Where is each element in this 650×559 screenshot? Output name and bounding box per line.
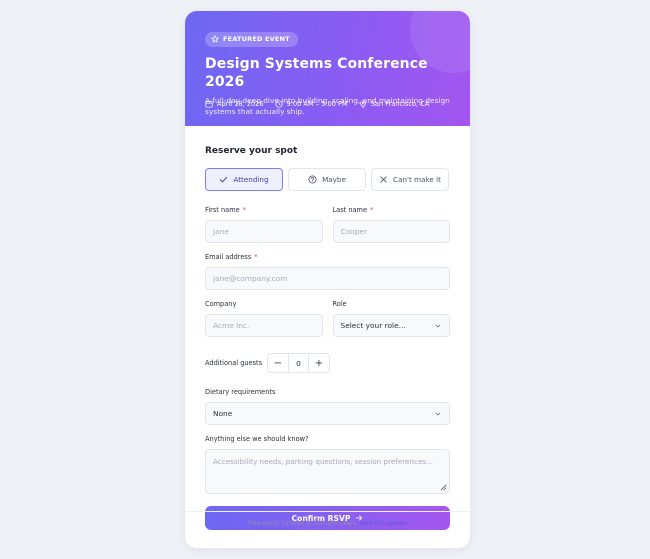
event-location: San Francisco, CA bbox=[359, 100, 430, 108]
rsvp-option-label: Maybe bbox=[322, 175, 346, 184]
rsvp-card: FEATURED EVENT Design Systems Conference… bbox=[185, 11, 470, 548]
email-input[interactable]: jane@company.com bbox=[205, 267, 450, 290]
role-select[interactable]: Select your role... bbox=[332, 314, 450, 337]
rsvp-option-label: Attending bbox=[233, 175, 269, 184]
role-select-value: Select your role... bbox=[340, 321, 406, 330]
x-icon bbox=[380, 176, 387, 183]
guests-field: Additional guests − 0 + bbox=[205, 353, 450, 373]
section-title: Reserve your spot bbox=[205, 146, 298, 156]
rsvp-option-label: Can't make it bbox=[393, 175, 441, 184]
required-mark: * bbox=[370, 206, 374, 214]
dietary-field: Dietary requirements None bbox=[205, 388, 450, 425]
agenda-link[interactable]: View full agenda bbox=[359, 521, 407, 527]
event-date-text: April 18, 2026 bbox=[217, 100, 264, 108]
chevron-down-icon bbox=[435, 412, 441, 415]
event-meta: April 18, 2026 9:00 AM – 5:00 PM San Fra… bbox=[205, 100, 440, 108]
rsvp-options: Attending Maybe Can't make it bbox=[205, 168, 450, 191]
map-pin-icon bbox=[359, 100, 366, 108]
rsvp-option-attending[interactable]: Attending bbox=[205, 168, 283, 191]
email-label: Email address * bbox=[205, 253, 258, 261]
footer-note: Free event. Limited to 200 attendees. Vi… bbox=[185, 511, 470, 527]
dietary-select-value: None bbox=[213, 409, 233, 418]
question-circle-icon bbox=[308, 175, 317, 184]
star-icon bbox=[211, 35, 219, 43]
event-time: 9:00 AM – 5:00 PM bbox=[274, 100, 348, 108]
event-header: FEATURED EVENT Design Systems Conference… bbox=[185, 11, 470, 126]
footer-text: Free event. Limited to 200 attendees. bbox=[247, 521, 358, 527]
company-label: Company bbox=[205, 300, 237, 308]
required-mark: * bbox=[242, 206, 246, 214]
rsvp-form: Reserve your spot Attending Maybe Can't … bbox=[185, 126, 470, 530]
resize-handle-icon[interactable] bbox=[440, 484, 447, 491]
dietary-label: Dietary requirements bbox=[205, 388, 276, 396]
first-name-field: First name * Jane bbox=[205, 206, 323, 243]
guests-label: Additional guests bbox=[205, 358, 263, 367]
last-name-field: Last name * Cooper bbox=[332, 206, 450, 243]
decrement-button[interactable]: − bbox=[268, 354, 288, 372]
check-icon bbox=[220, 176, 228, 183]
guests-value[interactable]: 0 bbox=[288, 354, 309, 372]
chevron-down-icon bbox=[435, 324, 441, 327]
company-role-row: Company Acme Inc. Role Select your role.… bbox=[205, 300, 450, 337]
increment-button[interactable]: + bbox=[309, 354, 329, 372]
notes-field: Anything else we should know? Accessibil… bbox=[205, 435, 450, 494]
badge-label: FEATURED EVENT bbox=[223, 35, 290, 43]
event-time-text: 9:00 AM – 5:00 PM bbox=[286, 100, 348, 108]
company-field: Company Acme Inc. bbox=[205, 300, 323, 337]
event-location-text: San Francisco, CA bbox=[370, 100, 430, 108]
role-field: Role Select your role... bbox=[332, 300, 450, 337]
clock-icon bbox=[274, 100, 283, 108]
featured-badge: FEATURED EVENT bbox=[205, 31, 298, 47]
notes-textarea[interactable]: Accessibility needs, parking questions, … bbox=[205, 449, 450, 494]
role-label: Role bbox=[332, 300, 347, 308]
notes-label: Anything else we should know? bbox=[205, 435, 309, 443]
required-mark: * bbox=[254, 253, 258, 261]
notes-placeholder: Accessibility needs, parking questions, … bbox=[213, 457, 434, 466]
rsvp-option-decline[interactable]: Can't make it bbox=[371, 168, 449, 191]
name-row: First name * Jane Last name * Cooper bbox=[205, 206, 450, 243]
event-title: Design Systems Conference 2026 bbox=[205, 56, 428, 90]
first-name-label: First name * bbox=[205, 206, 246, 214]
dietary-select[interactable]: None bbox=[205, 402, 450, 425]
rsvp-option-maybe[interactable]: Maybe bbox=[288, 168, 366, 191]
company-input[interactable]: Acme Inc. bbox=[205, 314, 323, 337]
email-field: Email address * jane@company.com bbox=[205, 253, 450, 290]
first-name-input[interactable]: Jane bbox=[205, 220, 323, 243]
last-name-input[interactable]: Cooper bbox=[332, 220, 450, 243]
guests-stepper: − 0 + bbox=[267, 353, 330, 373]
event-date: April 18, 2026 bbox=[205, 100, 264, 108]
last-name-label: Last name * bbox=[332, 206, 374, 214]
calendar-icon bbox=[205, 100, 213, 108]
